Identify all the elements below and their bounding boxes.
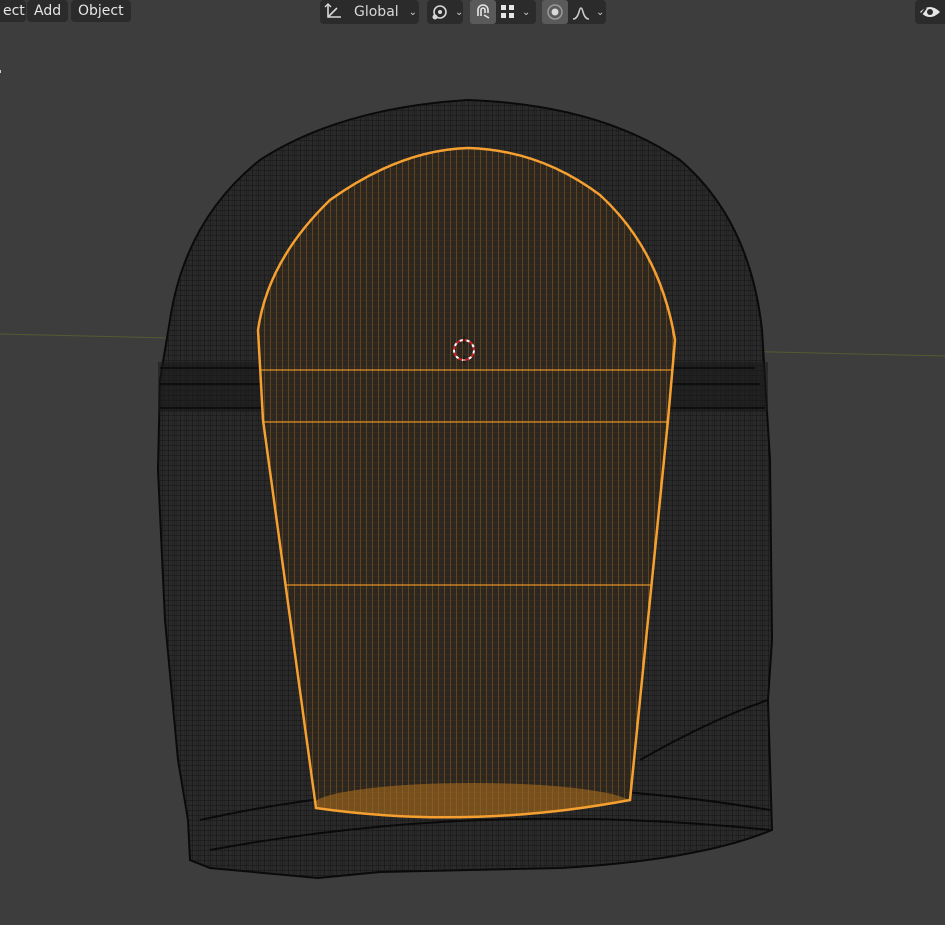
proportional-editing-icon[interactable] xyxy=(542,0,568,24)
pivot-point-icon xyxy=(427,0,453,24)
snap-magnet-icon[interactable] xyxy=(470,0,496,24)
chevron-down-icon[interactable]: ⌄ xyxy=(596,7,604,18)
menu-select[interactable]: ect xyxy=(0,0,26,22)
transform-orientation-value: Global xyxy=(354,4,399,20)
origin-marker xyxy=(0,70,1,73)
chevron-down-icon: ⌄ xyxy=(455,6,464,18)
proportional-editing-controls: ⌄ xyxy=(542,0,606,24)
transform-orientation-icon xyxy=(320,0,348,24)
viewport-header: ect Add Object Global ⌄ ⌄ ⌄ ⌄ xyxy=(0,0,945,24)
snap-grid-icon[interactable] xyxy=(496,0,520,24)
eye-icon xyxy=(915,0,945,24)
chevron-down-icon[interactable]: ⌄ xyxy=(522,7,530,18)
3d-viewport[interactable]: ect Add Object Global ⌄ ⌄ ⌄ ⌄ xyxy=(0,0,945,925)
pivot-point-dropdown[interactable]: ⌄ xyxy=(427,0,463,24)
menu-add[interactable]: Add xyxy=(27,0,69,22)
chevron-down-icon: ⌄ xyxy=(408,6,418,18)
wireframe-scene[interactable] xyxy=(0,0,945,925)
menu-object[interactable]: Object xyxy=(71,0,131,22)
snap-controls: ⌄ xyxy=(470,0,536,24)
visibility-dropdown[interactable] xyxy=(915,0,945,24)
falloff-curve-icon[interactable] xyxy=(568,0,594,24)
transform-orientation-dropdown[interactable]: Global ⌄ xyxy=(320,0,419,24)
